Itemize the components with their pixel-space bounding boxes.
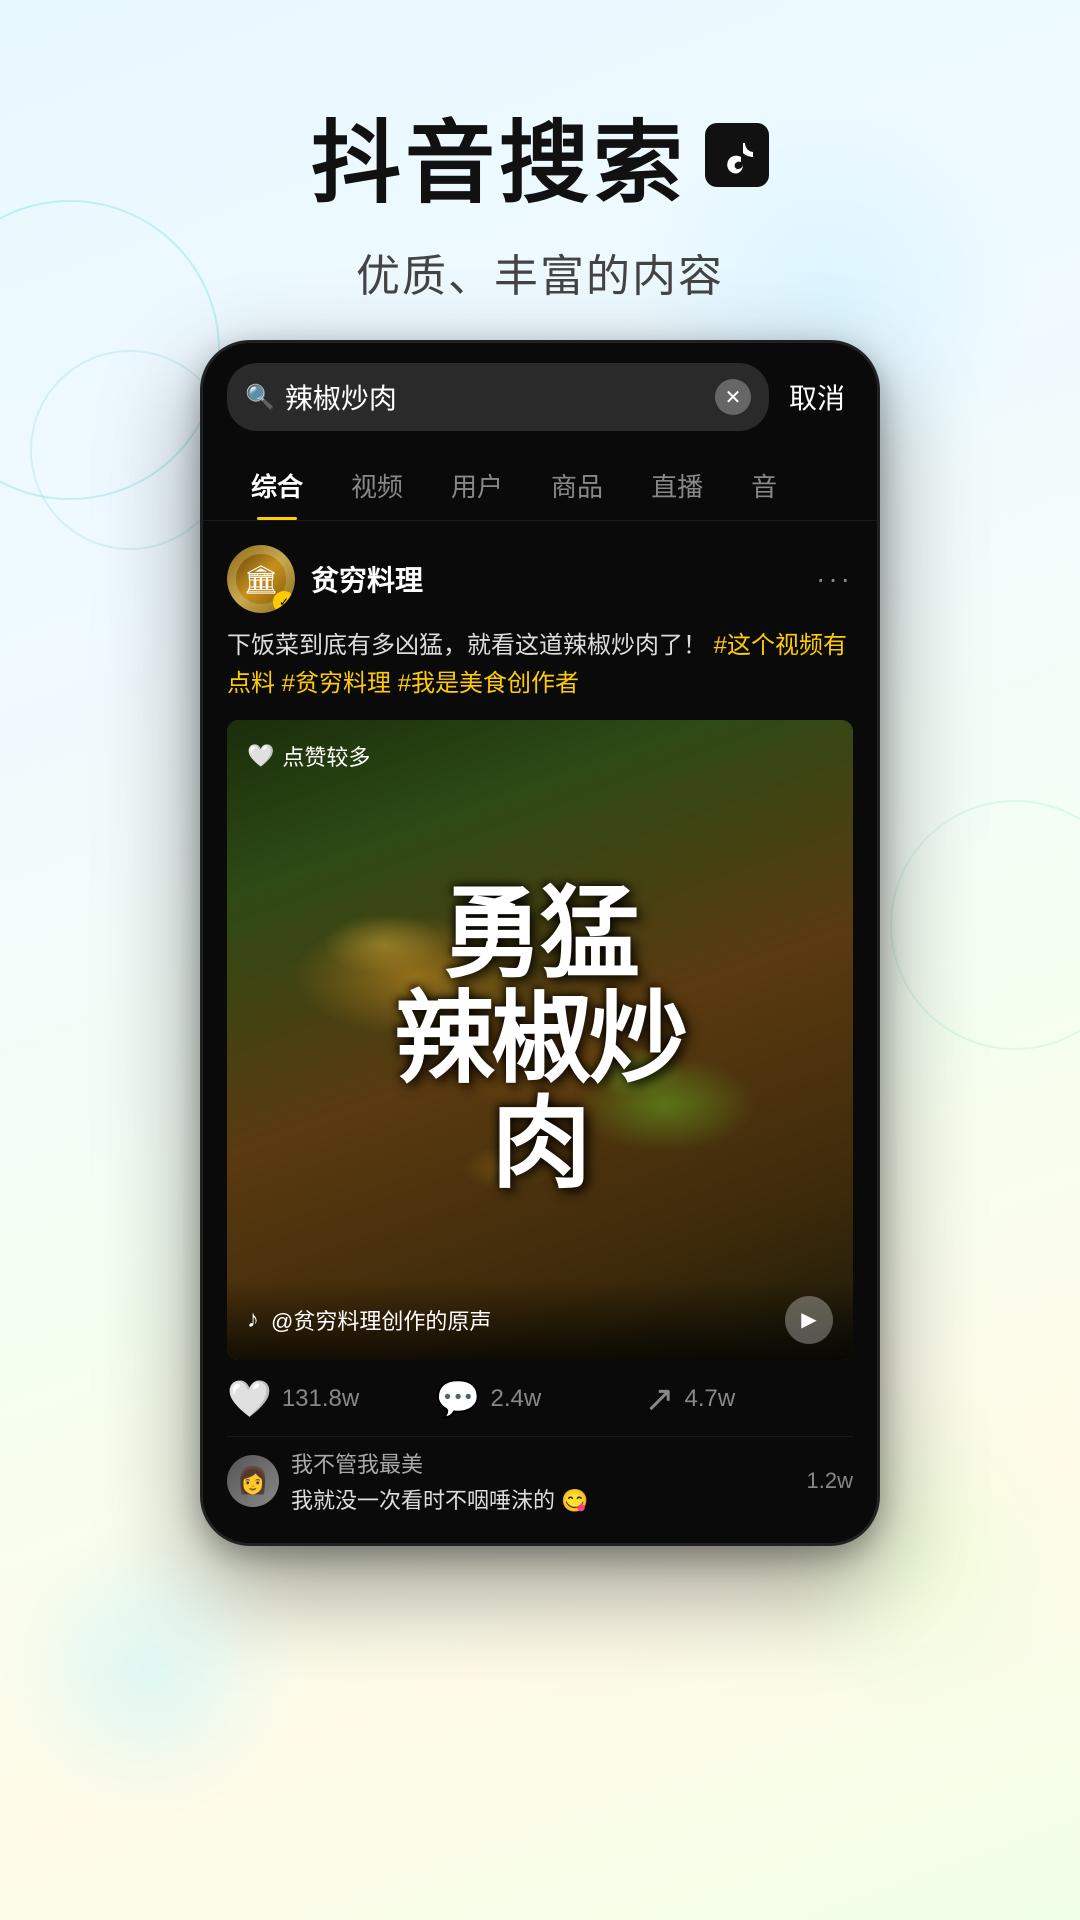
search-bar: 🔍 辣椒炒肉 ✕ 取消 <box>203 343 877 451</box>
avatar-emoji: 🏛 <box>243 563 279 596</box>
hashtag-3[interactable]: #我是美食创作者 <box>398 670 579 697</box>
cancel-button[interactable]: 取消 <box>781 377 853 417</box>
author-avatar[interactable]: 🏛 ✓ <box>227 545 295 613</box>
search-input-area[interactable]: 🔍 辣椒炒肉 ✕ <box>227 363 769 431</box>
play-button[interactable]: ▶ <box>785 1296 833 1344</box>
commenter-name: 我不管我最美 <box>291 1447 795 1479</box>
post-text: 下饭菜到底有多凶猛，就看这道辣椒炒肉了！ #这个视频有点料 #贫穷料理 #我是美… <box>227 627 853 704</box>
play-icon: ▶ <box>801 1307 816 1332</box>
video-text-container: 勇猛 辣椒炒 肉 <box>227 720 853 1360</box>
comment-icon: 💬 <box>436 1378 481 1420</box>
search-icon: 🔍 <box>245 383 275 412</box>
interaction-bar: 🤍 131.8w 💬 2.4w ↗ 4.7w <box>227 1360 853 1436</box>
verified-badge: ✓ <box>273 591 295 613</box>
share-icon: ↗ <box>644 1378 674 1420</box>
bg-blob-3 <box>0 1520 300 1820</box>
tab-商品[interactable]: 商品 <box>527 451 627 520</box>
video-source: @贫穷料理创作的原声 <box>271 1304 773 1336</box>
phone-mockup: 🔍 辣椒炒肉 ✕ 取消 综合 视频 用户 商品 直播 音 <box>200 340 880 1546</box>
video-footer: ♪ @贫穷料理创作的原声 ▶ <box>227 1280 853 1360</box>
tab-视频[interactable]: 视频 <box>327 451 427 520</box>
comment-count: 2.4w <box>491 1385 542 1413</box>
heart-icon: 🤍 <box>227 1378 272 1420</box>
video-thumbnail[interactable]: 🤍 点赞较多 勇猛 辣椒炒 肉 ♪ @贫穷料理创作的原声 ▶ <box>227 720 853 1360</box>
tab-音乐[interactable]: 音 <box>727 451 801 520</box>
commenter-emoji: 👩 <box>237 1465 269 1496</box>
comment-button[interactable]: 💬 2.4w <box>436 1378 645 1420</box>
bg-decoration-3 <box>890 800 1080 1050</box>
like-count: 131.8w <box>282 1385 359 1413</box>
share-button[interactable]: ↗ 4.7w <box>644 1378 853 1420</box>
share-count: 4.7w <box>685 1385 736 1413</box>
content-area: 🏛 ✓ 贫穷料理 ··· 下饭菜到底有多凶猛，就看这道辣椒炒肉了！ #这个视频有… <box>203 521 877 1543</box>
search-query-text: 辣椒炒肉 <box>285 377 705 417</box>
like-button[interactable]: 🤍 131.8w <box>227 1378 436 1420</box>
video-overlay-text: 勇猛 辣椒炒 肉 <box>395 882 686 1197</box>
tab-用户[interactable]: 用户 <box>427 451 527 520</box>
clear-icon: ✕ <box>725 385 742 410</box>
tab-直播[interactable]: 直播 <box>627 451 727 520</box>
post-header: 🏛 ✓ 贫穷料理 ··· <box>227 545 853 613</box>
comment-text-area: 我不管我最美 我就没一次看时不咽唾沫的 😋 <box>291 1447 795 1515</box>
commenter-avatar: 👩 <box>227 1455 279 1507</box>
tabs-bar: 综合 视频 用户 商品 直播 音 <box>203 451 877 521</box>
post-description: 下饭菜到底有多凶猛，就看这道辣椒炒肉了！ <box>227 632 707 659</box>
app-title-row: 抖音搜索 <box>0 90 1080 220</box>
post-more-button[interactable]: ··· <box>816 563 853 595</box>
post-author-name[interactable]: 贫穷料理 <box>311 559 800 599</box>
comment-body: 我就没一次看时不咽唾沫的 😋 <box>291 1483 795 1515</box>
tiktok-small-icon: ♪ <box>247 1306 259 1334</box>
tab-综合[interactable]: 综合 <box>227 451 327 520</box>
page-title: 抖音搜索 <box>311 90 687 220</box>
page-subtitle: 优质、丰富的内容 <box>0 240 1080 304</box>
comment-preview: 👩 我不管我最美 我就没一次看时不咽唾沫的 😋 1.2w <box>227 1436 853 1519</box>
search-clear-button[interactable]: ✕ <box>715 379 751 415</box>
video-background: 🤍 点赞较多 勇猛 辣椒炒 肉 ♪ @贫穷料理创作的原声 ▶ <box>227 720 853 1360</box>
hashtag-2[interactable]: #贫穷料理 <box>282 670 398 697</box>
header-section: 抖音搜索 优质、丰富的内容 <box>0 0 1080 354</box>
tiktok-brand-icon <box>705 123 769 187</box>
comment-like-count: 1.2w <box>807 1468 853 1494</box>
